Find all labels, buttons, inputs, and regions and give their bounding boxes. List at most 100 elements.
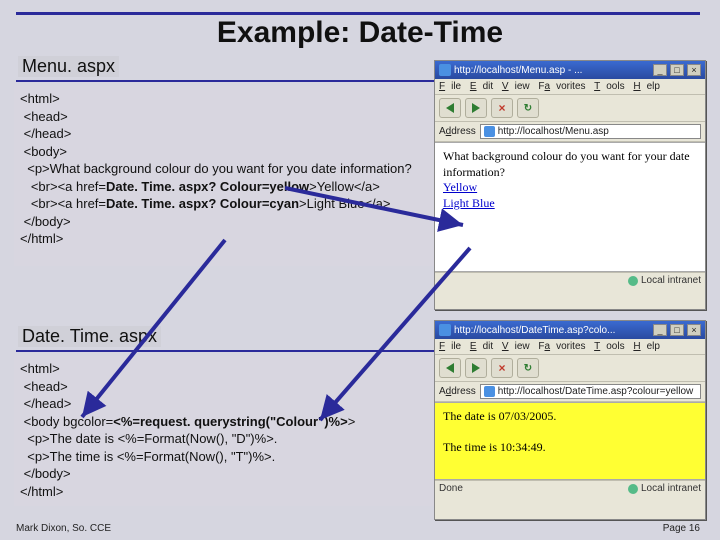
section1-label: Menu. aspx [18,56,119,77]
address-url: http://localhost/DateTime.asp?colour=yel… [498,386,694,397]
code-line: </html> [20,484,63,499]
menu-edit[interactable]: Edit [470,81,493,92]
browser-toolbar: × ↻ [435,95,705,122]
menu-edit[interactable]: Edit [470,341,493,352]
arrow-forward-icon [472,103,480,113]
code-bold: <%=request. querystring("Colour")%> [113,414,347,429]
code-line: <head> [20,379,68,394]
stop-icon: × [498,101,505,115]
address-input[interactable]: http://localhost/DateTime.asp?colour=yel… [480,384,701,399]
menu-file[interactable]: File [439,341,461,352]
browser-viewport: What background colour do you want for y… [435,142,705,272]
code-datetime-aspx: <html> <head> </head> <body bgcolor=<%=r… [14,356,434,506]
menu-help[interactable]: Help [633,341,660,352]
code-line: </body> [20,214,71,229]
status-zone: Local intranet [628,483,701,494]
close-button[interactable]: × [687,64,701,76]
link-light-blue[interactable]: Light Blue [443,196,495,210]
back-button[interactable] [439,98,461,118]
code-line: </body> [20,466,71,481]
code-bold: Date. Time. aspx? Colour=cyan [106,196,299,211]
browser-titlebar: http://localhost/DateTime.asp?colo... _ … [435,321,705,339]
code-line: <body bgcolor= [20,414,113,429]
code-line: <br><a href= [20,179,106,194]
browser-statusbar: Local intranet [435,272,705,288]
browser-titlebar: http://localhost/Menu.asp - ... _ □ × [435,61,705,79]
forward-button[interactable] [465,98,487,118]
page-date-line: The date is 07/03/2005. [443,409,697,425]
browser-menubar: File Edit View Favorites Tools Help [435,339,705,355]
ie-icon [439,64,451,76]
browser-title-text: http://localhost/Menu.asp - ... [454,65,650,76]
code-line: > [348,414,356,429]
forward-button[interactable] [465,358,487,378]
browser-window-datetime: http://localhost/DateTime.asp?colo... _ … [434,320,706,520]
address-url: http://localhost/Menu.asp [498,126,609,137]
address-input[interactable]: http://localhost/Menu.asp [480,124,701,139]
page-question: What background colour do you want for y… [443,149,697,180]
link-yellow[interactable]: Yellow [443,180,477,194]
arrow-forward-icon [472,363,480,373]
globe-icon [628,484,638,494]
stop-button[interactable]: × [491,358,513,378]
menu-view[interactable]: View [502,81,530,92]
code-bold: Date. Time. aspx? Colour=yellow [106,179,309,194]
code-line: <html> [20,91,60,106]
code-line: <head> [20,109,68,124]
address-bar-row: Address http://localhost/DateTime.asp?co… [435,382,705,402]
page-icon [484,126,495,137]
status-left: Done [439,483,463,494]
browser-viewport: The date is 07/03/2005. The time is 10:3… [435,402,705,480]
refresh-icon: ↻ [524,363,532,374]
maximize-button[interactable]: □ [670,324,684,336]
menu-tools[interactable]: Tools [594,341,624,352]
refresh-button[interactable]: ↻ [517,98,539,118]
close-button[interactable]: × [687,324,701,336]
arrow-back-icon [446,363,454,373]
page-icon [484,386,495,397]
stop-icon: × [498,361,505,375]
code-line: <html> [20,361,60,376]
address-label: Address [439,386,476,397]
code-menu-aspx: <html> <head> </head> <body> <p>What bac… [14,86,434,266]
arrow-back-icon [446,103,454,113]
back-button[interactable] [439,358,461,378]
menu-help[interactable]: Help [633,81,660,92]
stop-button[interactable]: × [491,98,513,118]
top-rule [16,12,700,15]
maximize-button[interactable]: □ [670,64,684,76]
menu-favorites[interactable]: Favorites [538,341,585,352]
minimize-button[interactable]: _ [653,324,667,336]
code-line: <body> [20,144,67,159]
browser-statusbar: Done Local intranet [435,480,705,496]
refresh-icon: ↻ [524,103,532,114]
globe-icon [628,276,638,286]
slide-title: Example: Date-Time [0,16,720,50]
browser-toolbar: × ↻ [435,355,705,382]
address-bar-row: Address http://localhost/Menu.asp [435,122,705,142]
ie-icon [439,324,451,336]
code-line: >Light Blue</a> [299,196,390,211]
page-time-line: The time is 10:34:49. [443,440,697,456]
status-zone: Local intranet [628,275,701,286]
browser-menubar: FFileile Edit View Favorites Tools Help [435,79,705,95]
code-line: </head> [20,126,71,141]
browser-window-menu: http://localhost/Menu.asp - ... _ □ × FF… [434,60,706,310]
menu-tools[interactable]: Tools [594,81,624,92]
code-line: <p>What background colour do you want fo… [20,161,412,176]
menu-file[interactable]: FFileile [439,81,461,92]
code-line: >Yellow</a> [309,179,380,194]
footer-left: Mark Dixon, So. CCE [16,523,111,534]
menu-view[interactable]: View [502,341,530,352]
code-line: </html> [20,231,63,246]
browser-title-text: http://localhost/DateTime.asp?colo... [454,325,650,336]
section2-label: Date. Time. aspx [18,326,161,347]
code-line: <br><a href= [20,196,106,211]
minimize-button[interactable]: _ [653,64,667,76]
refresh-button[interactable]: ↻ [517,358,539,378]
footer-right: Page 16 [663,523,700,534]
menu-favorites[interactable]: Favorites [538,81,585,92]
code-line: </head> [20,396,71,411]
address-label: Address [439,126,476,137]
code-line: <p>The date is <%=Format(Now(), "D")%>. [20,431,277,446]
